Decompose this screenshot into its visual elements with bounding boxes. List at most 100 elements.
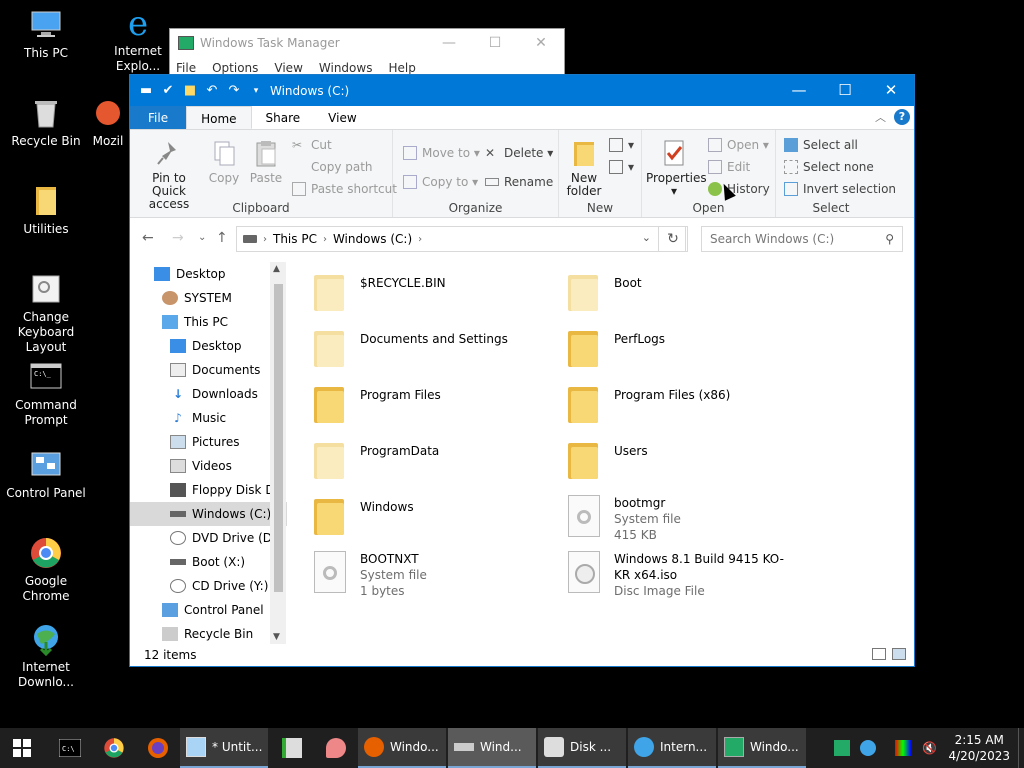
details-view-icon[interactable] bbox=[872, 648, 886, 660]
list-item[interactable]: Program Files bbox=[314, 381, 564, 423]
start-button[interactable] bbox=[0, 728, 44, 768]
invert-selection-button[interactable]: Invert selection bbox=[784, 182, 896, 196]
nav-item-boot-x[interactable]: Boot (X:) bbox=[130, 550, 287, 574]
up-arrow-icon[interactable]: ↑ bbox=[216, 230, 228, 246]
history-button[interactable]: History bbox=[708, 182, 770, 196]
list-item[interactable]: BOOTNXT System file 1 bytes bbox=[314, 551, 564, 599]
tab-home[interactable]: Home bbox=[186, 106, 252, 129]
collapse-ribbon-icon[interactable]: ︿ bbox=[875, 109, 886, 125]
customize-toolbar-chevron-icon[interactable]: ▾ bbox=[248, 83, 264, 99]
list-item[interactable]: Windows bbox=[314, 493, 564, 535]
help-icon[interactable]: ? bbox=[894, 109, 910, 125]
taskbar-command-prompt[interactable]: C:\ bbox=[48, 728, 92, 768]
explorer-titlebar[interactable]: ▬ ✔ ■ ↶ ↷ ▾ Windows (C:) — ☐ ✕ bbox=[130, 75, 914, 106]
properties-quick-icon[interactable]: ✔ bbox=[160, 83, 176, 99]
recent-locations-chevron-icon[interactable]: ⌄ bbox=[198, 232, 206, 243]
menu-options[interactable]: Options bbox=[212, 61, 258, 75]
scrollbar-thumb[interactable] bbox=[274, 284, 283, 592]
scroll-up-arrow-icon[interactable]: ▲ bbox=[273, 264, 280, 274]
large-icons-view-icon[interactable] bbox=[892, 648, 906, 660]
list-item[interactable]: Boot bbox=[568, 269, 818, 311]
desktop-icon-google-chrome[interactable]: Google Chrome bbox=[0, 536, 92, 604]
desktop-icon-internet-download-manager[interactable]: Internet Downlo... bbox=[0, 622, 92, 690]
forward-arrow-icon[interactable]: → bbox=[172, 230, 184, 246]
list-item[interactable]: Windows 8.1 Build 9415 KO-KR x64.iso Dis… bbox=[568, 551, 828, 599]
maximize-button[interactable]: ☐ bbox=[472, 29, 518, 57]
system-clock[interactable]: 2:15 AM 4/20/2023 bbox=[948, 732, 1010, 764]
minimize-button[interactable]: — bbox=[776, 75, 822, 106]
maximize-button[interactable]: ☐ bbox=[822, 75, 868, 106]
menu-view[interactable]: View bbox=[274, 61, 302, 75]
tab-share[interactable]: Share bbox=[252, 106, 315, 129]
redo-icon[interactable]: ↷ bbox=[226, 83, 242, 99]
refresh-button[interactable]: ↻ bbox=[658, 226, 688, 252]
properties-button[interactable]: Properties ▾ bbox=[646, 138, 707, 198]
cut-button[interactable]: ✂ Cut bbox=[292, 138, 332, 152]
volume-muted-icon[interactable]: 🔇 bbox=[921, 740, 937, 756]
list-item[interactable]: Documents and Settings bbox=[314, 325, 564, 367]
new-item-button[interactable]: ▾ bbox=[609, 138, 634, 152]
menu-file[interactable]: File bbox=[176, 61, 196, 75]
show-desktop-button[interactable] bbox=[1018, 728, 1024, 768]
copy-path-button[interactable]: Copy path bbox=[292, 160, 373, 174]
taskbar-app-paint[interactable] bbox=[314, 728, 358, 768]
nav-item-pictures[interactable]: Pictures bbox=[130, 430, 287, 454]
tab-view[interactable]: View bbox=[314, 106, 370, 129]
desktop-icon-this-pc[interactable]: This PC bbox=[0, 8, 92, 61]
file-explorer-window[interactable]: ▬ ✔ ■ ↶ ↷ ▾ Windows (C:) — ☐ ✕ File Home… bbox=[129, 74, 915, 667]
nav-item-documents[interactable]: Documents bbox=[130, 358, 287, 382]
list-item[interactable]: $RECYCLE.BIN bbox=[314, 269, 564, 311]
edit-button[interactable]: Edit bbox=[708, 160, 750, 174]
nav-item-music[interactable]: ♪ Music bbox=[130, 406, 287, 430]
taskbar-firefox[interactable] bbox=[136, 728, 180, 768]
desktop-icon-change-keyboard-layout[interactable]: Change Keyboard Layout bbox=[0, 272, 92, 355]
nav-item-control-panel[interactable]: Control Panel bbox=[130, 598, 287, 622]
select-all-button[interactable]: Select all bbox=[784, 138, 858, 152]
desktop-icon-command-prompt[interactable]: C:\_ Command Prompt bbox=[0, 360, 92, 428]
desktop-icon-control-panel[interactable]: Control Panel bbox=[0, 448, 92, 501]
taskbar-app-chart[interactable] bbox=[270, 728, 314, 768]
open-button[interactable]: Open ▾ bbox=[708, 138, 769, 152]
breadcrumb-this-pc[interactable]: This PC bbox=[273, 232, 317, 246]
taskbar-disk-management[interactable]: Disk ... bbox=[538, 728, 626, 768]
nav-item-desktop[interactable]: Desktop bbox=[130, 262, 287, 286]
tray-app-icon[interactable] bbox=[834, 740, 851, 756]
menu-help[interactable]: Help bbox=[388, 61, 415, 75]
new-folder-button[interactable]: New folder bbox=[563, 138, 605, 198]
address-dropdown-chevron-icon[interactable]: ⌄ bbox=[642, 231, 651, 244]
tray-network-globe-icon[interactable] bbox=[860, 740, 877, 756]
list-item[interactable]: ProgramData bbox=[314, 437, 564, 479]
nav-item-recycle-bin[interactable]: Recycle Bin bbox=[130, 622, 287, 644]
tab-file[interactable]: File bbox=[130, 106, 187, 129]
minimize-button[interactable]: — bbox=[426, 29, 472, 57]
navigation-pane-scrollbar[interactable]: ▲ ▼ bbox=[270, 262, 286, 644]
close-button[interactable]: ✕ bbox=[868, 75, 914, 106]
taskbar-notepad[interactable]: * Untit... bbox=[180, 728, 268, 768]
paste-button[interactable]: Paste bbox=[246, 138, 286, 185]
nav-item-dvd-drive[interactable]: DVD Drive (D:) bbox=[130, 526, 287, 550]
list-item[interactable]: Users bbox=[568, 437, 818, 479]
easy-access-button[interactable]: ▾ bbox=[609, 160, 634, 174]
paste-shortcut-button[interactable]: Paste shortcut bbox=[292, 182, 397, 196]
move-to-button[interactable]: Move to ▾ bbox=[403, 146, 480, 160]
desktop-icon-utilities[interactable]: Utilities bbox=[0, 184, 92, 237]
nav-item-windows-c[interactable]: Windows (C:) bbox=[130, 502, 287, 526]
list-item[interactable]: PerfLogs bbox=[568, 325, 818, 367]
nav-item-system[interactable]: SYSTEM bbox=[130, 286, 287, 310]
nav-item-downloads[interactable]: ↓ Downloads bbox=[130, 382, 287, 406]
list-item[interactable]: Program Files (x86) bbox=[568, 381, 818, 423]
taskbar-task-manager[interactable]: Windo... bbox=[718, 728, 806, 768]
delete-button[interactable]: ✕ Delete ▾ bbox=[485, 146, 553, 160]
close-button[interactable]: ✕ bbox=[518, 29, 564, 57]
taskbar-internet-download-manager[interactable]: Intern... bbox=[628, 728, 716, 768]
nav-item-cd-drive[interactable]: CD Drive (Y:) H bbox=[130, 574, 287, 598]
select-none-button[interactable]: Select none bbox=[784, 160, 874, 174]
back-arrow-icon[interactable]: ← bbox=[142, 230, 154, 246]
menu-windows[interactable]: Windows bbox=[319, 61, 373, 75]
undo-icon[interactable]: ↶ bbox=[204, 83, 220, 99]
nav-item-desktop-pc[interactable]: Desktop bbox=[130, 334, 287, 358]
copy-to-button[interactable]: Copy to ▾ bbox=[403, 175, 478, 189]
scroll-down-arrow-icon[interactable]: ▼ bbox=[273, 632, 280, 642]
new-folder-quick-icon[interactable]: ■ bbox=[182, 83, 198, 99]
nav-item-floppy[interactable]: Floppy Disk Dri bbox=[130, 478, 287, 502]
